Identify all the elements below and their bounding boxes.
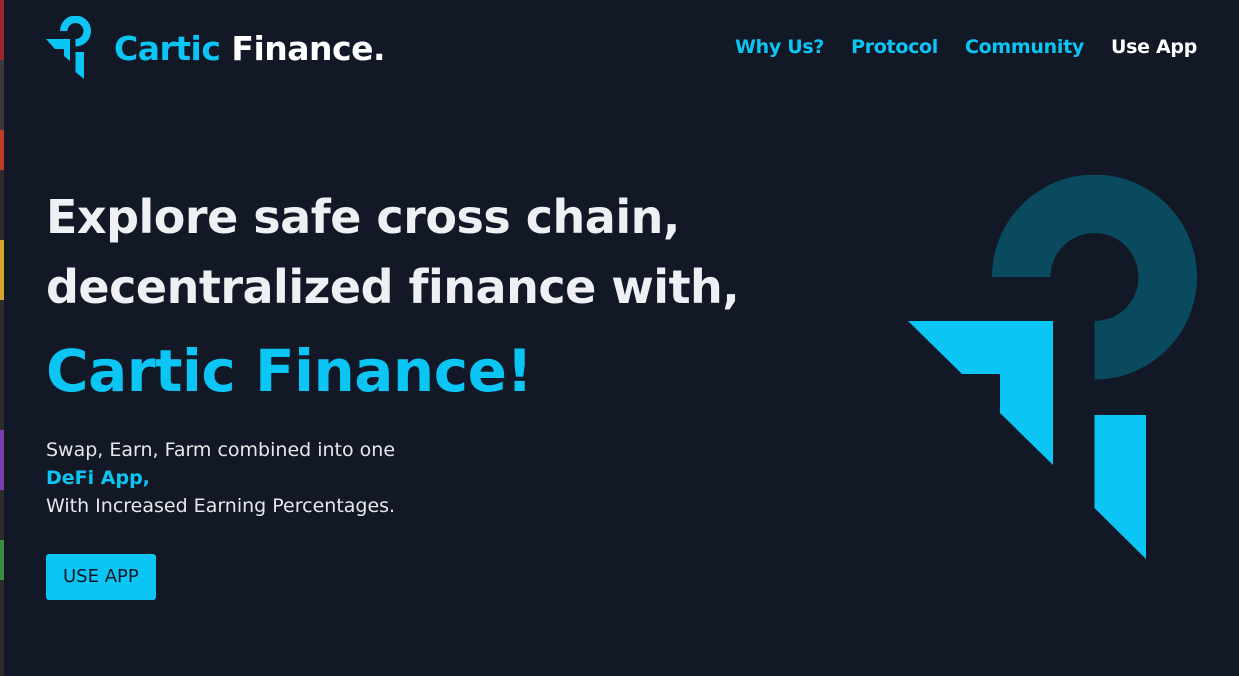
nav-link-why-us[interactable]: Why Us?	[735, 36, 824, 58]
nav-link-protocol[interactable]: Protocol	[851, 36, 938, 58]
main-nav: Why Us? Protocol Community Use App	[735, 36, 1197, 58]
description-line-1: Swap, Earn, Farm combined into one	[46, 439, 396, 461]
brand-secondary: Finance.	[231, 28, 386, 68]
nav-link-use-app[interactable]: Use App	[1111, 36, 1197, 58]
landing-page: Cartic Finance. Why Us? Protocol Communi…	[0, 0, 1239, 676]
nav-link-community[interactable]: Community	[965, 36, 1084, 58]
logo[interactable]: Cartic Finance.	[46, 16, 386, 80]
hero-description: Swap, Earn, Farm combined into one DeFi …	[46, 436, 766, 520]
use-app-button[interactable]: USE APP	[46, 554, 156, 600]
window-edge-strip	[0, 0, 4, 676]
brand-primary: Cartic	[114, 28, 221, 68]
hero-accent-title: Cartic Finance!	[46, 337, 533, 405]
hero-headline: Explore safe cross chain, decentralized …	[46, 182, 766, 322]
description-line-3: With Increased Earning Percentages.	[46, 495, 396, 517]
cartic-mark-illustration	[908, 175, 1197, 559]
headline-line-1: Explore safe cross chain,	[46, 190, 680, 244]
headline-line-2: decentralized finance with,	[46, 260, 740, 314]
description-highlight: DeFi App,	[46, 467, 150, 489]
cartic-logo-icon	[46, 16, 91, 79]
brand-name: Cartic Finance.	[114, 28, 386, 68]
hero-section: Explore safe cross chain, decentralized …	[46, 182, 766, 600]
